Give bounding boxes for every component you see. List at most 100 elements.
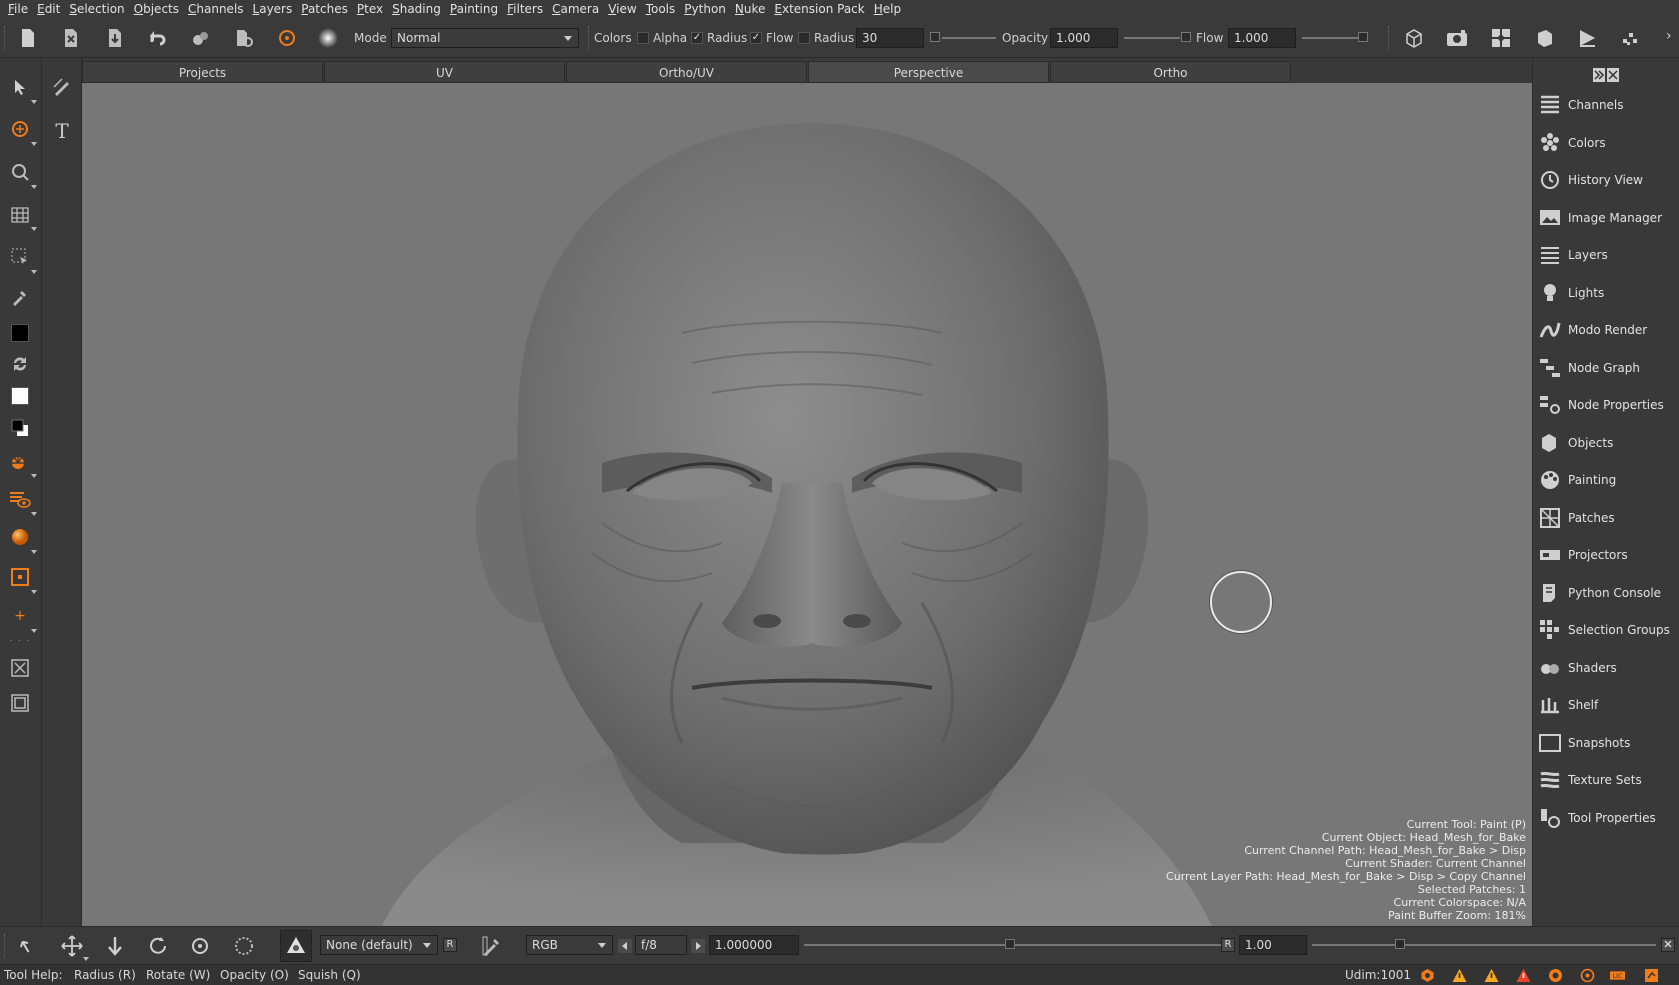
palette-item-node-properties[interactable]: Node Properties [1538,390,1678,420]
selection-marquee-icon[interactable] [7,244,37,274]
palette-item-lights[interactable]: Lights [1538,278,1678,308]
hex-warning-icon[interactable] [1420,968,1435,983]
project-settings-icon[interactable] [233,27,255,49]
palette-item-selection-groups[interactable]: Selection Groups [1538,615,1678,645]
flood-fill-icon[interactable] [7,448,37,478]
grid-projection-icon[interactable] [7,201,37,231]
select-arrow-icon[interactable] [7,74,37,104]
layers-visibility-icon[interactable] [7,486,37,516]
palette-item-shelf[interactable]: Shelf [1538,690,1678,720]
paint-tool-icon[interactable] [276,27,298,49]
paint-brush-tool-icon[interactable] [7,116,37,146]
clone-stamp-icon[interactable] [7,159,37,189]
menu-ptex[interactable]: Ptex [353,0,388,18]
tab-ortho[interactable]: Ortho [1050,61,1291,83]
fstop-increase-icon[interactable] [690,935,706,957]
warning-triangle-2-icon[interactable] [1484,968,1499,983]
new-project-icon[interactable] [17,27,39,49]
menu-tools[interactable]: Tools [642,0,681,18]
background-color-swatch[interactable] [7,383,33,409]
swap-colors-icon[interactable] [7,351,33,377]
menu-selection[interactable]: Selection [65,0,129,18]
collapse-panel-icon[interactable] [1593,68,1619,82]
lighting-mode-icon[interactable] [280,930,312,962]
redo-history-icon[interactable] [190,27,212,49]
toolbar-grip[interactable] [4,934,8,958]
palette-item-colors[interactable]: Colors [1538,128,1678,158]
snapshot-camera-icon[interactable] [1446,27,1468,49]
menu-file[interactable]: File [4,0,33,18]
lut-reset-button[interactable]: R [443,938,457,952]
exposure-slider-handle[interactable] [1005,939,1015,949]
radius-checkbox[interactable]: ✓ [691,32,703,44]
target-icon[interactable] [1580,968,1595,983]
move-icon[interactable] [61,935,89,961]
default-colors-icon[interactable] [7,415,33,441]
palette-item-history-view[interactable]: History View [1538,165,1678,195]
palette-item-shaders[interactable]: Shaders [1538,653,1678,683]
menu-nuke[interactable]: Nuke [731,0,771,18]
palette-item-modo-render[interactable]: Modo Render [1538,315,1678,345]
flow-field[interactable]: 1.000 [1228,28,1296,48]
menu-shading[interactable]: Shading [388,0,446,18]
rotate-icon[interactable] [147,935,169,957]
radius-enable-checkbox[interactable] [798,32,810,44]
gamma-field[interactable]: 1.00 [1239,935,1307,955]
radius-slider-handle[interactable] [930,32,940,42]
palette-item-channels[interactable]: Channels [1538,90,1678,120]
menu-objects[interactable]: Objects [130,0,184,18]
flow-slider-handle[interactable] [1358,32,1368,42]
menu-patches[interactable]: Patches [297,0,353,18]
opacity-slider-handle[interactable] [1181,32,1191,42]
palette-item-patches[interactable]: Patches [1538,503,1678,533]
tab-ortho-uv[interactable]: Ortho/UV [566,61,807,83]
undo-icon[interactable] [18,935,40,957]
opacity-slider[interactable] [1124,37,1180,39]
menu-view[interactable]: View [604,0,641,18]
palette-item-snapshots[interactable]: Snapshots [1538,728,1678,758]
palette-item-python-console[interactable]: Python Console [1538,578,1678,608]
menu-layers[interactable]: Layers [249,0,298,18]
menu-python[interactable]: Python [680,0,731,18]
error-triangle-icon[interactable] [1516,968,1531,983]
fstop-field[interactable]: f/8 [635,935,687,955]
menu-channels[interactable]: Channels [184,0,249,18]
toolbar-overflow-icon[interactable]: › [1666,28,1672,44]
pivot-plus-icon[interactable]: + [7,603,37,633]
lut-dropdown[interactable]: None (default) [320,935,438,955]
close-mask-icon[interactable] [7,655,33,681]
radius-slider[interactable] [942,37,996,39]
text-tool-icon[interactable]: T [49,118,75,144]
palette-item-painting[interactable]: Painting [1538,465,1678,495]
alpha-checkbox[interactable] [637,32,649,44]
menu-camera[interactable]: Camera [548,0,604,18]
palette-item-layers[interactable]: Layers [1538,240,1678,270]
brush-preview-icon[interactable] [317,27,339,49]
menu-help[interactable]: Help [870,0,906,18]
lasso-icon[interactable] [233,935,255,957]
notifications-icon[interactable] [1644,968,1659,983]
toolbar-grip[interactable] [4,26,8,50]
palette-item-objects[interactable]: Objects [1538,428,1678,458]
patches-grid-icon[interactable] [1490,27,1512,49]
scatter-icon[interactable] [1619,27,1641,49]
play-arrow-icon[interactable] [1576,27,1598,49]
tumble-icon[interactable] [189,935,211,957]
flow-slider[interactable] [1302,37,1364,39]
palette-item-node-graph[interactable]: Node Graph [1538,353,1678,383]
tab-projects[interactable]: Projects [82,61,323,83]
foreground-color-swatch[interactable] [7,320,33,346]
palette-item-texture-sets[interactable]: Texture Sets [1538,765,1678,795]
gamma-slider[interactable] [1312,944,1656,946]
menu-extension-pack[interactable]: Extension Pack [770,0,869,18]
gamma-slider-handle[interactable] [1395,939,1405,949]
tab-uv[interactable]: UV [324,61,565,83]
tab-perspective[interactable]: Perspective [808,61,1049,83]
opacity-field[interactable]: 1.000 [1050,28,1118,48]
perspective-viewport[interactable]: Current Tool: Paint (P) Current Object: … [82,83,1532,926]
gamma-reset-button[interactable] [1661,938,1675,952]
fstop-decrease-icon[interactable] [617,935,633,957]
palette-item-image-manager[interactable]: Image Manager [1538,203,1678,233]
shape-icon[interactable] [1533,27,1555,49]
pan-down-icon[interactable] [104,935,126,957]
